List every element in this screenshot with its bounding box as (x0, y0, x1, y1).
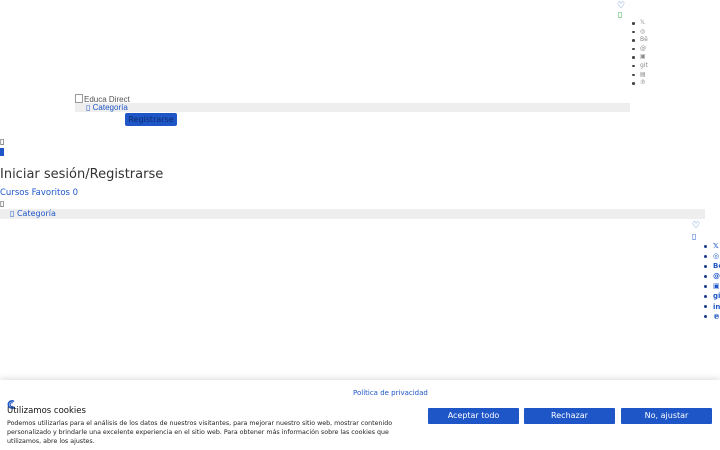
privacy-policy-link[interactable]: Política de privacidad (353, 389, 428, 397)
social-links-list: 𝕏 ◎ Bē @ ▣ git ▤ ℗ (632, 19, 648, 88)
square-icon: ▣ (713, 282, 720, 291)
square-icon: ▣ (640, 53, 646, 61)
mobile-box-icon: ▯ (0, 199, 5, 208)
placeholder-box-icon: ▯ (618, 10, 623, 19)
cookie-title: Utilizamos cookies (7, 406, 86, 416)
x-icon: 𝕏 (640, 19, 645, 26)
instagram-icon: ◎ (640, 27, 646, 35)
git-icon: git (640, 61, 648, 69)
social-item[interactable]: Bē (704, 261, 720, 271)
threads-icon: @ (713, 272, 720, 281)
adjust-button[interactable]: No, ajustar (621, 408, 712, 424)
cookie-logo-icon (7, 396, 16, 409)
mobile-category-bar (0, 209, 705, 219)
mobile-category-icon: ▯ (10, 209, 15, 218)
social-item[interactable]: ▤ (632, 71, 648, 80)
social-item[interactable]: @ (632, 45, 648, 54)
category-menu-link[interactable]: ▯ Categoría (86, 103, 128, 112)
pinterest-icon: ℗ (713, 312, 720, 321)
social-item[interactable]: ℗ (704, 312, 720, 322)
menu-toggle-icon[interactable]: ▯ (0, 137, 4, 146)
x-icon: 𝕏 (713, 242, 719, 250)
linkedin-icon: ▤ (640, 70, 646, 78)
behance-icon: Bē (640, 36, 648, 44)
linkedin-icon: in (713, 302, 720, 311)
reject-button[interactable]: Rechazar (524, 408, 615, 424)
threads-icon: @ (640, 44, 646, 52)
social-item[interactable]: ◎ (704, 251, 720, 261)
instagram-icon: ◎ (713, 252, 720, 261)
mobile-category-link[interactable]: ▯ Categoría (10, 209, 56, 219)
pinterest-icon: ℗ (640, 79, 646, 87)
social-item[interactable]: ▣ (632, 53, 648, 62)
social-item[interactable]: ℗ (632, 79, 648, 88)
social-item[interactable]: in (704, 302, 720, 312)
behance-icon: Bē (713, 262, 720, 271)
mobile-placeholder-box-icon: ▯ (692, 232, 697, 241)
social-item[interactable]: Bē (632, 36, 648, 45)
mobile-category-label: Categoría (16, 209, 56, 218)
social-item[interactable]: ▣ (704, 281, 720, 291)
category-label: Categoría (92, 103, 128, 112)
cookie-description: Podemos utilizarlas para el análisis de … (7, 420, 393, 445)
register-button[interactable]: Registrarse (125, 113, 177, 126)
social-item[interactable]: ◎ (632, 28, 648, 37)
cookie-banner: Política de privacidad Utilizamos cookie… (0, 380, 720, 450)
mobile-social-links-list: 𝕏 ◎Bē@▣gitin℗ (704, 241, 720, 322)
favorites-label: Cursos Favoritos (0, 188, 70, 198)
blue-square-marker (0, 148, 4, 156)
category-bar (75, 103, 630, 112)
mobile-heart-icon[interactable]: ♡ (692, 221, 700, 231)
social-item[interactable]: @ (704, 271, 720, 281)
broken-image-icon (75, 94, 83, 103)
favorite-courses-link[interactable]: Cursos Favoritos 0 (0, 188, 78, 198)
category-icon: ▯ (86, 103, 91, 112)
favorites-count: 0 (72, 188, 79, 198)
social-item[interactable]: git (632, 62, 648, 71)
social-item[interactable]: 𝕏 (632, 19, 648, 28)
login-register-title[interactable]: Iniciar sesión/Registrarse (0, 167, 163, 182)
git-icon: git (713, 292, 720, 301)
accept-all-button[interactable]: Aceptar todo (428, 408, 519, 424)
social-item[interactable]: git (704, 291, 720, 301)
social-item[interactable]: 𝕏 (704, 241, 720, 251)
